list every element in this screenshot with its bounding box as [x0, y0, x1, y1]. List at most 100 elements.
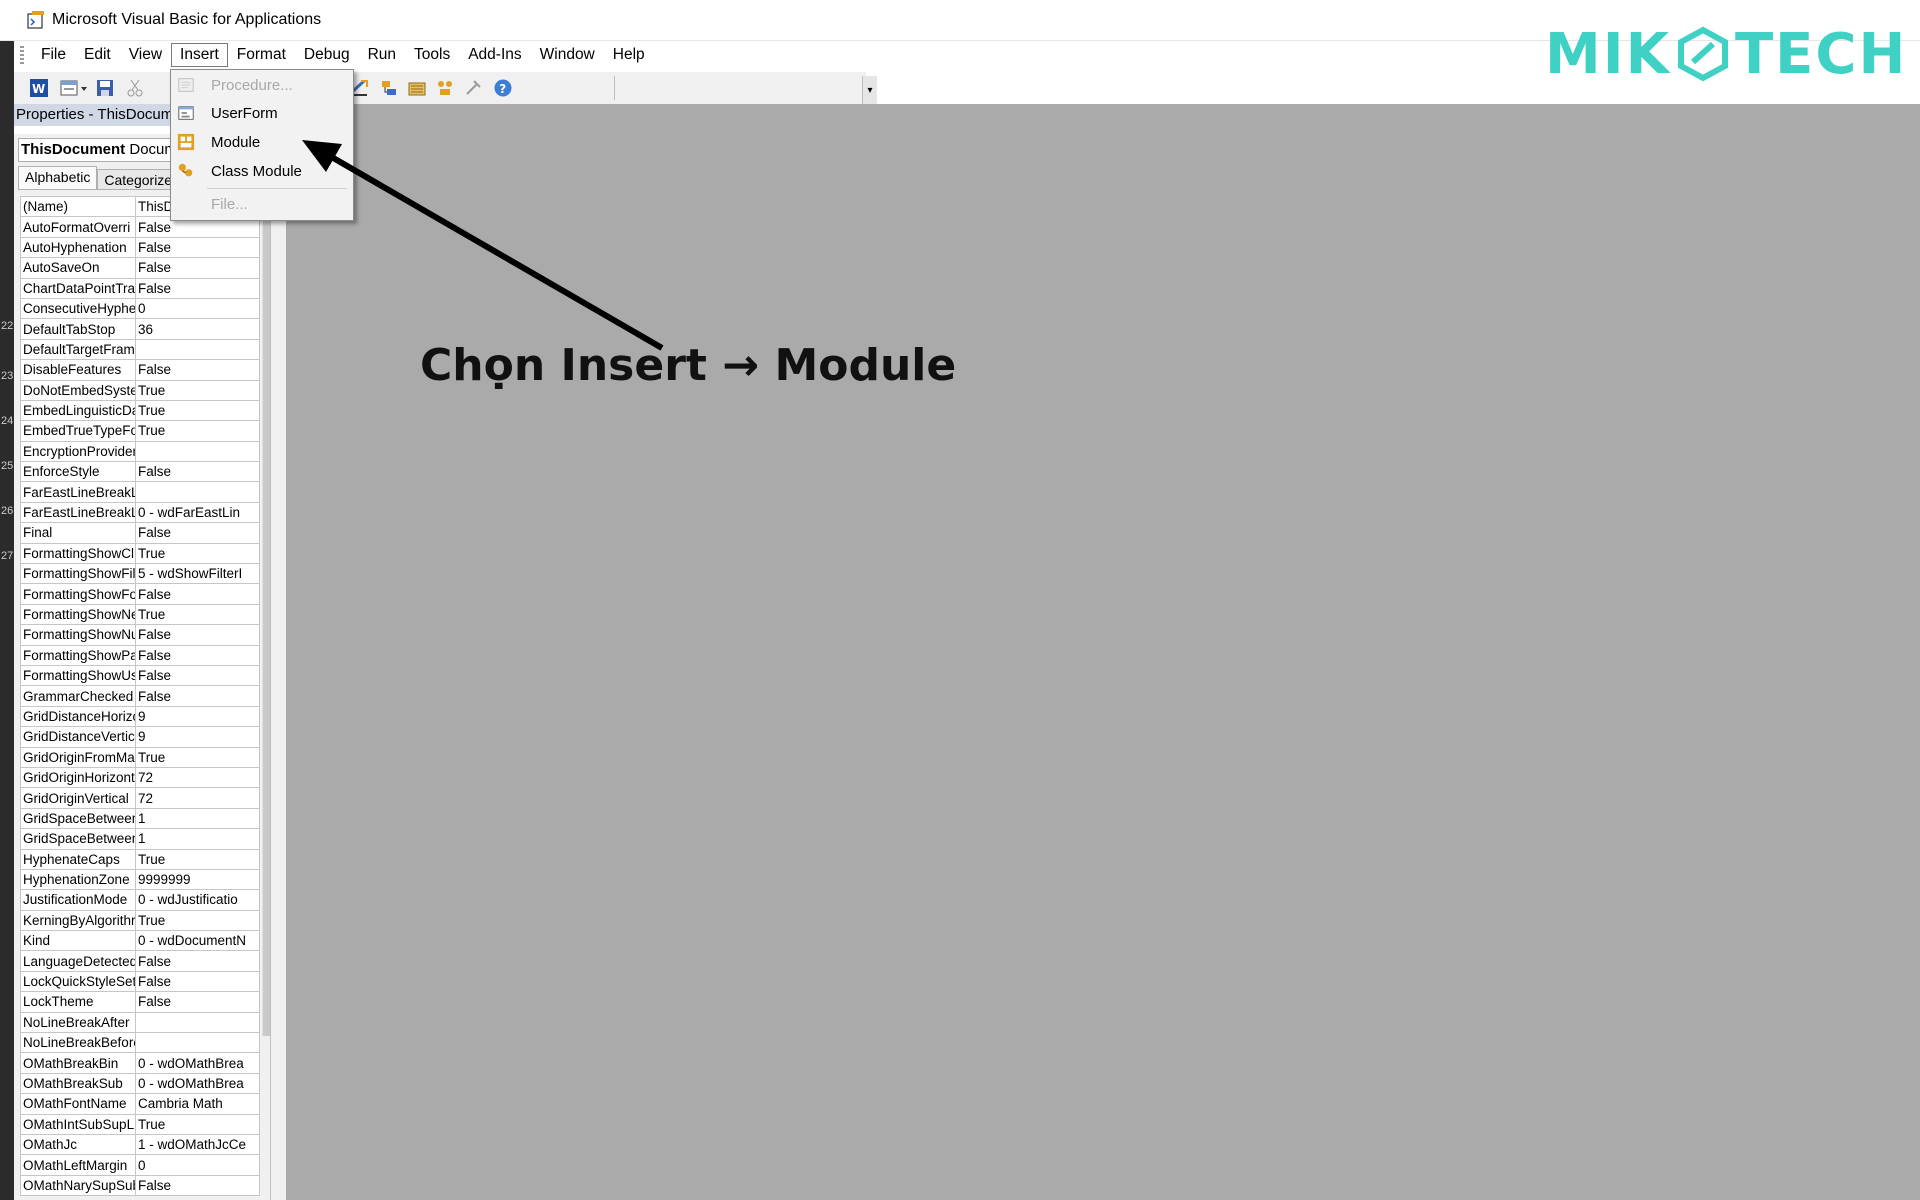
menu-window[interactable]: Window	[531, 43, 604, 67]
tab-alphabetic[interactable]: Alphabetic	[18, 166, 98, 190]
property-row[interactable]: FormattingShowNu False	[20, 624, 260, 646]
property-value[interactable]: 36	[135, 318, 260, 340]
menu-format[interactable]: Format	[228, 43, 295, 67]
property-row[interactable]: GridSpaceBetween 1	[20, 828, 260, 850]
property-row[interactable]: Kind 0 - wdDocumentN	[20, 930, 260, 952]
property-value[interactable]: False	[135, 359, 260, 381]
toolbox-icon[interactable]	[462, 77, 484, 99]
help-icon[interactable]: ?	[492, 77, 514, 99]
property-value[interactable]: True	[135, 603, 260, 626]
property-value[interactable]: False	[135, 644, 260, 666]
property-value[interactable]: False	[135, 664, 260, 687]
property-row[interactable]: DefaultTargetFram	[20, 338, 260, 361]
menu-run[interactable]: Run	[359, 43, 405, 67]
property-value[interactable]: 72	[135, 766, 260, 789]
property-value[interactable]: 72	[135, 787, 260, 809]
property-value[interactable]: 0	[135, 1154, 260, 1176]
property-value[interactable]: 5 - wdShowFilterI	[135, 563, 260, 585]
property-row[interactable]: HyphenateCaps True	[20, 848, 260, 870]
property-row[interactable]: KerningByAlgorithr True	[20, 909, 260, 932]
property-value[interactable]: True	[135, 746, 260, 768]
property-value[interactable]: 0 - wdFarEastLin	[135, 501, 260, 524]
property-row[interactable]: FormattingShowNe True	[20, 603, 260, 626]
property-row[interactable]: FormattingShowPa False	[20, 644, 260, 666]
property-value[interactable]	[135, 481, 260, 503]
property-value[interactable]: True	[135, 420, 260, 442]
property-value[interactable]	[135, 1032, 260, 1054]
property-value[interactable]	[135, 440, 260, 463]
panel-splitter[interactable]	[270, 134, 286, 1200]
property-value[interactable]: False	[135, 950, 260, 972]
property-value[interactable]: True	[135, 909, 260, 932]
property-value[interactable]	[135, 338, 260, 361]
toolbar-options-icon[interactable]: ▾	[862, 76, 877, 106]
property-row[interactable]: GridOriginVertical 72	[20, 787, 260, 809]
tab-categorized[interactable]: Categorize	[97, 169, 180, 190]
property-row[interactable]: HyphenationZone 9999999	[20, 868, 260, 891]
property-value[interactable]	[135, 1011, 260, 1034]
insert-userform-icon[interactable]	[58, 77, 80, 99]
property-row[interactable]: Final False	[20, 522, 260, 544]
property-value[interactable]: False	[135, 583, 260, 605]
save-icon[interactable]	[94, 77, 116, 99]
property-row[interactable]: NoLineBreakAfter	[20, 1011, 260, 1034]
property-row[interactable]: EnforceStyle False	[20, 461, 260, 483]
property-row[interactable]: DisableFeatures False	[20, 359, 260, 381]
toolbar-dropdown-arrow-icon[interactable]	[78, 77, 90, 99]
property-value[interactable]: 9	[135, 726, 260, 748]
property-row[interactable]: GrammarChecked False	[20, 685, 260, 707]
property-row[interactable]: FarEastLineBreakL	[20, 481, 260, 503]
property-row[interactable]: GridOriginFromMar True	[20, 746, 260, 768]
property-row[interactable]: OMathFontName Cambria Math	[20, 1093, 260, 1115]
property-value[interactable]: 9999999	[135, 868, 260, 891]
property-value[interactable]: False	[135, 970, 260, 993]
property-value[interactable]: 0	[135, 297, 260, 320]
property-row[interactable]: JustificationMode 0 - wdJustificatio	[20, 889, 260, 911]
property-value[interactable]: False	[135, 991, 260, 1013]
property-value[interactable]: True	[135, 542, 260, 565]
cut-icon[interactable]	[124, 77, 146, 99]
property-row[interactable]: OMathBreakSub 0 - wdOMathBrea	[20, 1072, 260, 1095]
property-value[interactable]: 0 - wdOMathBrea	[135, 1072, 260, 1095]
property-row[interactable]: GridDistanceVertic 9	[20, 726, 260, 748]
property-value[interactable]: True	[135, 379, 260, 401]
menu-file[interactable]: File	[32, 43, 75, 67]
property-row[interactable]: ChartDataPointTra False	[20, 277, 260, 299]
menu-help[interactable]: Help	[604, 43, 654, 67]
property-row[interactable]: OMathLeftMargin 0	[20, 1154, 260, 1176]
property-value[interactable]: False	[135, 461, 260, 483]
menu-insert[interactable]: Insert	[171, 43, 228, 67]
menu-tools[interactable]: Tools	[405, 43, 459, 67]
property-row[interactable]: GridOriginHorizont 72	[20, 766, 260, 789]
property-value[interactable]: Cambria Math	[135, 1093, 260, 1115]
menu-item-procedure[interactable]: Procedure...	[171, 72, 353, 98]
property-row[interactable]: LockTheme False	[20, 991, 260, 1013]
property-row[interactable]: FormattingShowUs False	[20, 664, 260, 687]
menu-edit[interactable]: Edit	[75, 43, 120, 67]
menubar-grip[interactable]	[20, 46, 24, 64]
property-row[interactable]: FarEastLineBreakL 0 - wdFarEastLin	[20, 501, 260, 524]
property-row[interactable]: GridSpaceBetween 1	[20, 807, 260, 830]
property-row[interactable]: NoLineBreakBefore	[20, 1032, 260, 1054]
menu-debug[interactable]: Debug	[295, 43, 359, 67]
property-row[interactable]: EncryptionProvider	[20, 440, 260, 463]
property-row[interactable]: OMathNarySupSub False	[20, 1174, 260, 1197]
property-row[interactable]: FormattingShowCl True	[20, 542, 260, 565]
property-value[interactable]: False	[135, 277, 260, 299]
property-value[interactable]: False	[135, 685, 260, 707]
project-explorer-icon[interactable]	[378, 77, 400, 99]
property-row[interactable]: OMathJc 1 - wdOMathJcCe	[20, 1133, 260, 1156]
view-word-icon[interactable]: W	[28, 77, 50, 99]
property-value[interactable]: 1 - wdOMathJcCe	[135, 1133, 260, 1156]
menu-add-ins[interactable]: Add-Ins	[459, 43, 530, 67]
property-value[interactable]: 0 - wdOMathBrea	[135, 1052, 260, 1074]
property-row[interactable]: OMathBreakBin 0 - wdOMathBrea	[20, 1052, 260, 1074]
property-value[interactable]: True	[135, 399, 260, 422]
property-row[interactable]: DoNotEmbedSyste True	[20, 379, 260, 401]
property-value[interactable]: True	[135, 848, 260, 870]
properties-window-icon[interactable]	[406, 77, 428, 99]
property-row[interactable]: OMathIntSubSupLi True	[20, 1113, 260, 1135]
property-row[interactable]: GridDistanceHorizo 9	[20, 705, 260, 728]
property-row[interactable]: ConsecutiveHyphe 0	[20, 297, 260, 320]
property-row[interactable]: LanguageDetected False	[20, 950, 260, 972]
